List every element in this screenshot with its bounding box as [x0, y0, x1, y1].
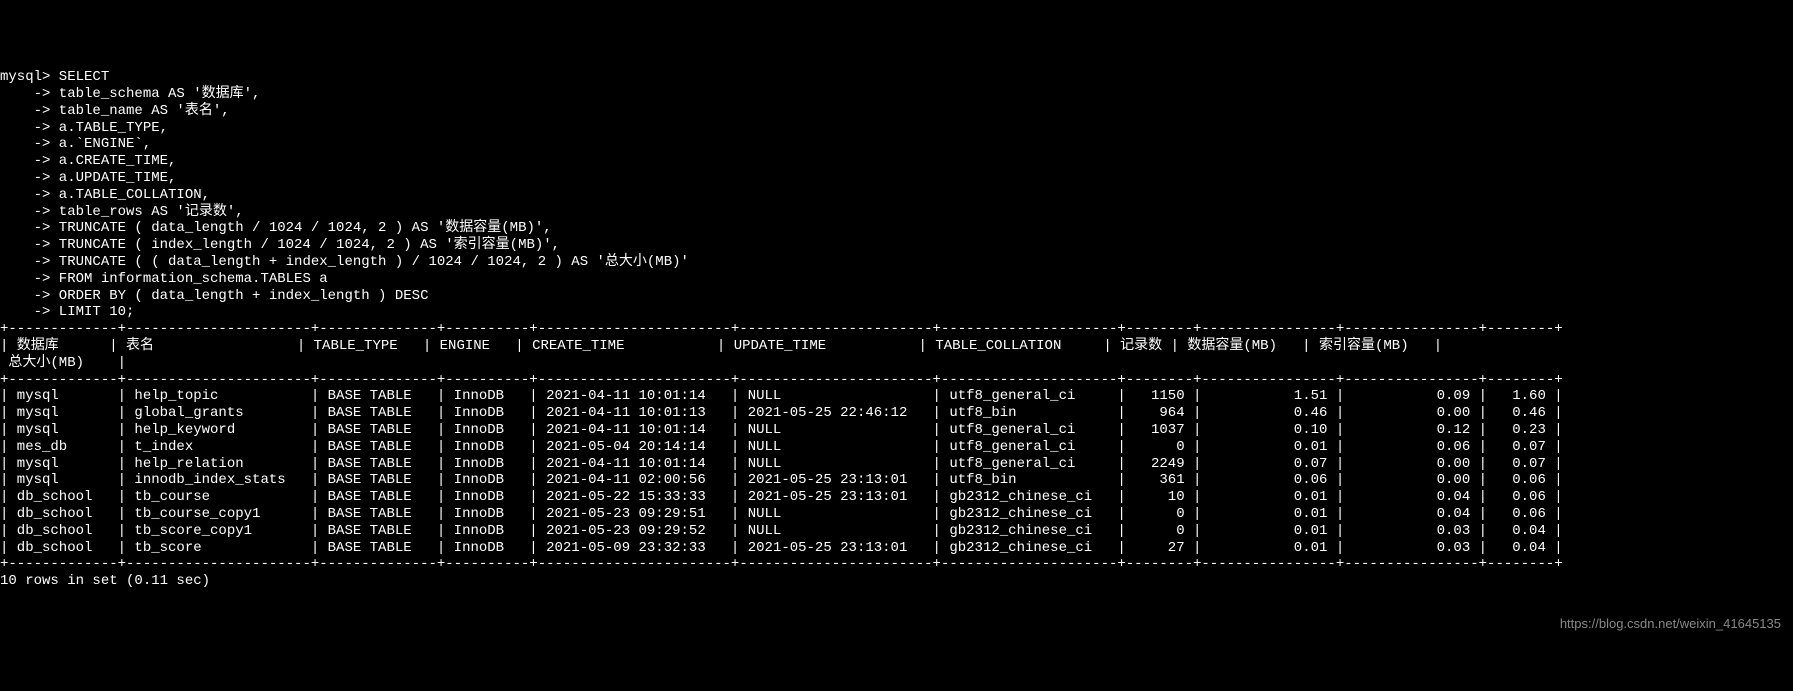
terminal-output: mysql> SELECT -> table_schema AS '数据库', …: [0, 69, 1793, 590]
watermark: https://blog.csdn.net/weixin_41645135: [1560, 616, 1781, 632]
